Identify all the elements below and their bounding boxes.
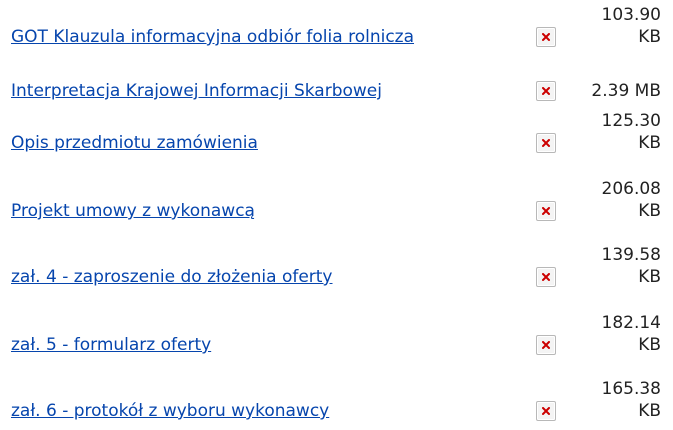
file-size-unit: KB (638, 201, 661, 221)
file-link[interactable]: GOT Klauzula informacyjna odbiór folia r… (11, 26, 414, 48)
file-link[interactable]: zał. 6 - protokół z wyboru wykonawcy (11, 400, 329, 422)
attachments-list: GOT Klauzula informacyjna odbiór folia r… (0, 0, 673, 430)
file-size: 103.90 KB (591, 4, 661, 48)
file-size: 165.38 KB (591, 378, 661, 422)
broken-image-icon[interactable] (536, 335, 556, 355)
file-size-value: 165.38 (601, 379, 661, 399)
broken-image-icon[interactable] (536, 27, 556, 47)
file-size-value: 206.08 (601, 179, 661, 199)
broken-image-icon[interactable] (536, 401, 556, 421)
file-size-unit: KB (638, 401, 661, 421)
broken-image-icon[interactable] (536, 201, 556, 221)
file-size-value: 125.30 (601, 111, 661, 131)
file-link[interactable]: Opis przedmiotu zamówienia (11, 132, 258, 154)
file-size-unit: KB (638, 27, 661, 47)
file-size-value: 103.90 (601, 5, 661, 25)
file-size: 206.08 KB (591, 178, 661, 222)
file-size: 2.39 MB (591, 81, 661, 101)
file-size-unit: KB (638, 267, 661, 287)
file-link[interactable]: zał. 5 - formularz oferty (11, 334, 211, 356)
file-size-unit: KB (638, 335, 661, 355)
broken-image-icon[interactable] (536, 81, 556, 101)
file-size: 125.30 KB (591, 110, 661, 154)
broken-image-icon[interactable] (536, 267, 556, 287)
file-link[interactable]: Interpretacja Krajowej Informacji Skarbo… (11, 80, 382, 102)
file-size-value: 182.14 (601, 313, 661, 333)
file-size: 139.58 KB (591, 244, 661, 288)
file-size-value: 139.58 (601, 245, 661, 265)
broken-image-icon[interactable] (536, 133, 556, 153)
file-link[interactable]: zał. 4 - zaproszenie do złożenia oferty (11, 266, 333, 288)
file-size: 182.14 KB (591, 312, 661, 356)
file-link[interactable]: Projekt umowy z wykonawcą (11, 200, 255, 222)
file-size-unit: KB (638, 133, 661, 153)
